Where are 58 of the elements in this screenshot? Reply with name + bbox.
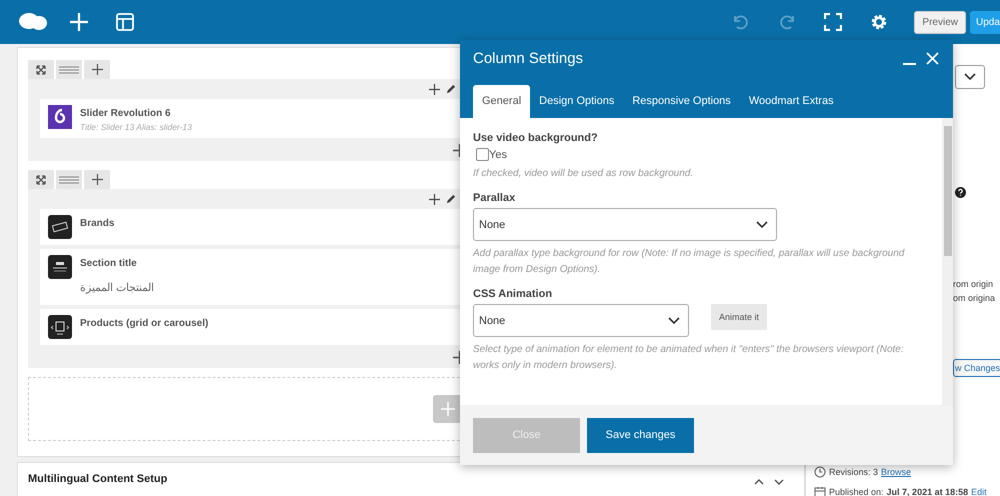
cloud-logo-icon[interactable]	[18, 12, 48, 32]
field-label: Parallax	[473, 192, 516, 204]
add-column-icon[interactable]	[92, 174, 102, 185]
close-icon[interactable]	[926, 52, 939, 65]
pencil-icon[interactable]	[445, 84, 456, 94]
element-subtitle: Title: Slider 13 Alias: slider-13	[80, 122, 192, 132]
element-subtitle: المنتجات المميزة	[80, 281, 154, 294]
drag-handle-icon[interactable]	[59, 66, 79, 74]
tab[interactable]: General	[473, 85, 530, 118]
preview-button[interactable]: Preview	[914, 10, 966, 34]
revisions-text: Revisions: 3	[829, 467, 878, 477]
chevron-down-icon	[668, 316, 680, 324]
calendar-icon	[814, 486, 826, 496]
published-label: Published on:	[829, 487, 884, 496]
animate-button[interactable]: Animate it	[711, 304, 768, 330]
pencil-icon[interactable]	[445, 194, 456, 204]
checkbox[interactable]	[476, 148, 489, 161]
settings-icon[interactable]	[870, 13, 888, 31]
fullscreen-icon[interactable]	[824, 13, 842, 31]
chevron-down-icon	[964, 73, 976, 81]
help-text: Select type of animation for element to be animated when it "enters" the browsers viewport (Note: works only in modern browsers).	[473, 343, 905, 373]
dialog-title: Column Settings	[473, 50, 584, 67]
element-title: Slider Revolution 6	[80, 108, 172, 119]
edit-link[interactable]: Edit	[971, 487, 987, 496]
select-field[interactable]: None	[473, 208, 777, 241]
field-label: CSS Animation	[473, 288, 554, 300]
browse-link[interactable]: Browse	[881, 467, 912, 477]
chevron-down-icon[interactable]	[774, 479, 784, 485]
changes-button[interactable]: w Changes	[953, 359, 1000, 377]
add-element-icon[interactable]	[429, 84, 440, 94]
tag-icon	[48, 215, 72, 239]
chevron-up-icon[interactable]	[754, 479, 764, 485]
update-button[interactable]: Upda	[970, 10, 1000, 34]
carousel-icon	[48, 315, 72, 339]
add-element-icon[interactable]	[429, 194, 440, 204]
six-logo-icon	[48, 105, 72, 129]
element-title: Section title	[80, 258, 138, 269]
sidebar-text: om origina	[953, 293, 996, 303]
element-title: Products (grid or carousel)	[80, 318, 208, 329]
sidebar-text: rom origin	[953, 279, 994, 289]
title-lines-icon	[48, 255, 72, 279]
help-icon[interactable]	[955, 187, 966, 198]
add-column-icon[interactable]	[92, 64, 102, 75]
layout-icon[interactable]	[116, 13, 134, 31]
select-field[interactable]: None	[473, 304, 689, 337]
chevron-down-icon	[756, 220, 768, 228]
clock-icon	[814, 466, 826, 478]
expand-icon[interactable]	[36, 174, 46, 184]
select-field[interactable]	[955, 65, 985, 89]
scrollbar[interactable]	[942, 118, 953, 405]
checkbox-label[interactable]: Yes	[489, 148, 507, 160]
help-text: If checked, video will be used as row background.	[473, 167, 694, 181]
expand-icon[interactable]	[36, 64, 46, 74]
save-button[interactable]: Save changes	[587, 418, 694, 452]
element-title: Brands	[80, 218, 114, 229]
add-icon[interactable]	[70, 13, 88, 31]
panel-title: Multilingual Content Setup	[28, 473, 168, 485]
drag-handle-icon[interactable]	[59, 176, 79, 184]
